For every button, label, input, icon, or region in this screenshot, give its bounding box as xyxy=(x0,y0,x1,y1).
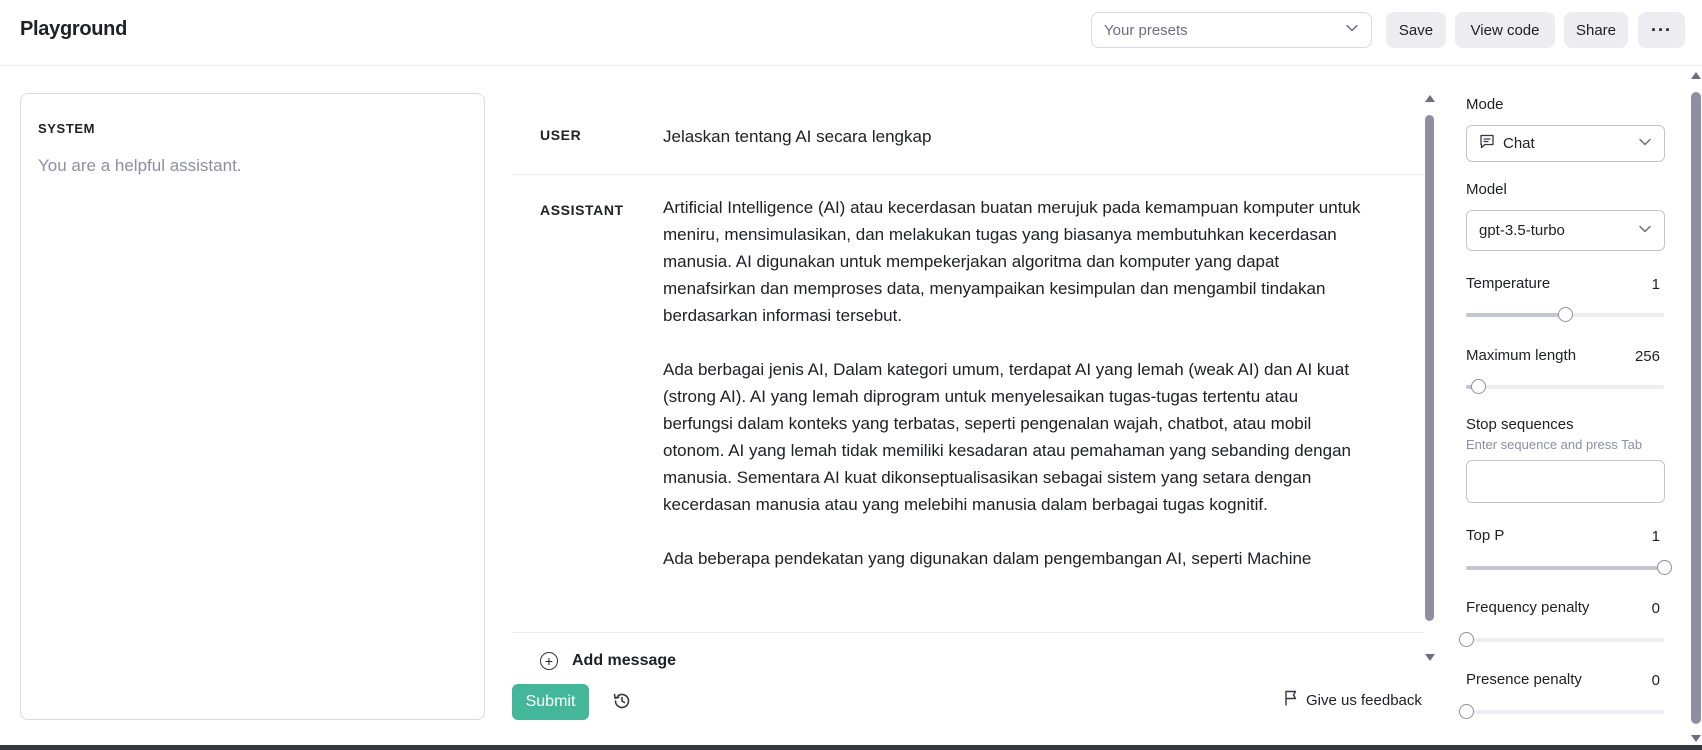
scroll-up-arrow-icon[interactable] xyxy=(1691,72,1701,79)
slider-knob[interactable] xyxy=(1459,632,1474,647)
chevron-down-icon xyxy=(1345,21,1359,39)
chat-bubble-icon xyxy=(1479,134,1495,153)
model-label: Model xyxy=(1466,181,1507,198)
slider-knob[interactable] xyxy=(1471,379,1486,394)
slider-knob[interactable] xyxy=(1459,704,1474,719)
feedback-label: Give us feedback xyxy=(1306,691,1422,709)
presets-dropdown[interactable]: Your presets xyxy=(1091,12,1372,48)
model-value: gpt-3.5-turbo xyxy=(1479,222,1565,239)
presets-placeholder: Your presets xyxy=(1104,21,1188,39)
model-select[interactable]: gpt-3.5-turbo xyxy=(1466,210,1665,251)
maximum-length-slider[interactable] xyxy=(1466,379,1664,394)
mode-label: Mode xyxy=(1466,96,1504,113)
chevron-down-icon xyxy=(1638,135,1652,153)
save-button[interactable]: Save xyxy=(1386,12,1446,48)
presence-penalty-label: Presence penalty xyxy=(1466,671,1582,688)
page-title: Playground xyxy=(20,18,128,40)
mode-selected: Chat xyxy=(1479,134,1535,153)
top-header: Playground Your presets Save View code S… xyxy=(0,0,1702,66)
maximum-length-label: Maximum length xyxy=(1466,347,1577,364)
mode-value: Chat xyxy=(1503,135,1535,152)
frequency-penalty-slider[interactable] xyxy=(1459,632,1664,647)
slider-knob[interactable] xyxy=(1657,560,1672,575)
temperature-value[interactable]: 1 xyxy=(1652,276,1660,293)
slider-knob[interactable] xyxy=(1558,307,1573,322)
top-p-value[interactable]: 1 xyxy=(1652,528,1660,545)
messages-panel: USER Jelaskan tentang AI secara lengkap … xyxy=(512,93,1424,681)
system-panel[interactable]: SYSTEM You are a helpful assistant. xyxy=(20,93,485,720)
share-button[interactable]: Share xyxy=(1564,12,1628,48)
message-role-toggle[interactable]: USER xyxy=(540,127,581,143)
scrollbar-thumb[interactable] xyxy=(1425,115,1434,621)
stop-sequences-input[interactable] xyxy=(1466,460,1665,503)
add-message-label: Add message xyxy=(572,652,677,669)
scroll-up-arrow-icon[interactable] xyxy=(1425,95,1435,102)
message-role-toggle[interactable]: ASSISTANT xyxy=(540,202,624,218)
presence-penalty-value[interactable]: 0 xyxy=(1652,672,1660,689)
system-label: SYSTEM xyxy=(38,121,96,136)
flag-icon xyxy=(1284,690,1298,710)
give-feedback-link[interactable]: Give us feedback xyxy=(1284,690,1422,710)
messages-scrollbar[interactable] xyxy=(1424,93,1436,667)
temperature-label: Temperature xyxy=(1466,275,1551,292)
stop-sequences-hint: Enter sequence and press Tab xyxy=(1466,437,1643,452)
top-p-slider[interactable] xyxy=(1466,560,1672,575)
page-scrollbar[interactable] xyxy=(1690,70,1702,745)
message-user: USER Jelaskan tentang AI secara lengkap xyxy=(512,93,1424,175)
submit-button[interactable]: Submit xyxy=(512,684,589,720)
add-message-button[interactable]: + Add message xyxy=(540,652,676,670)
view-code-button[interactable]: View code xyxy=(1455,12,1555,48)
scroll-down-arrow-icon[interactable] xyxy=(1691,735,1701,742)
scrollbar-thumb[interactable] xyxy=(1691,92,1701,724)
plus-circle-icon: + xyxy=(540,652,558,670)
history-icon[interactable] xyxy=(607,686,637,716)
message-assistant: ASSISTANT Artificial Intelligence (AI) a… xyxy=(512,175,1424,633)
message-content[interactable]: Jelaskan tentang AI secara lengkap xyxy=(663,123,1363,150)
frequency-penalty-label: Frequency penalty xyxy=(1466,599,1590,616)
chevron-down-icon xyxy=(1638,222,1652,240)
message-content[interactable]: Artificial Intelligence (AI) atau kecerd… xyxy=(663,194,1363,599)
temperature-slider[interactable] xyxy=(1466,307,1664,322)
frequency-penalty-value[interactable]: 0 xyxy=(1652,600,1660,617)
stop-sequences-label: Stop sequences xyxy=(1466,416,1574,433)
message-paragraph: Ada beberapa pendekatan yang digunakan d… xyxy=(663,549,1312,568)
more-options-button[interactable]: ··· xyxy=(1638,12,1685,48)
presence-penalty-slider[interactable] xyxy=(1459,704,1664,719)
maximum-length-value[interactable]: 256 xyxy=(1635,348,1660,365)
top-p-label: Top P xyxy=(1466,527,1505,544)
window-bottom-edge xyxy=(0,745,1702,750)
mode-select[interactable]: Chat xyxy=(1466,125,1665,162)
message-paragraph: Artificial Intelligence (AI) atau kecerd… xyxy=(663,198,1361,325)
playground-app: Playground Your presets Save View code S… xyxy=(0,0,1702,750)
slider-fill xyxy=(1466,313,1565,317)
message-paragraph: Ada berbagai jenis AI, Dalam kategori um… xyxy=(663,360,1351,514)
slider-fill xyxy=(1466,566,1664,570)
scroll-down-arrow-icon[interactable] xyxy=(1425,654,1435,661)
system-prompt-input[interactable]: You are a helpful assistant. xyxy=(38,156,242,176)
